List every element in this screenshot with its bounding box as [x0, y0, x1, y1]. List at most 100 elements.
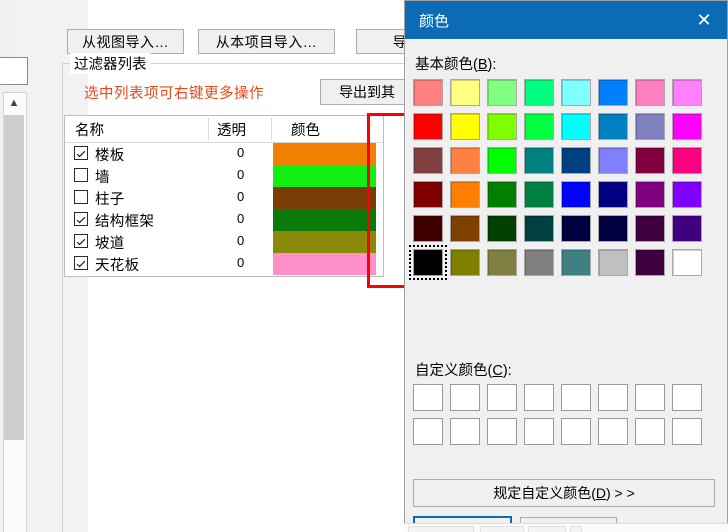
basic-color-swatch[interactable] — [598, 113, 628, 140]
basic-color-swatch[interactable] — [561, 215, 591, 242]
custom-color-swatch[interactable] — [561, 384, 591, 411]
basic-color-swatch[interactable] — [450, 249, 480, 276]
custom-color-swatch[interactable] — [561, 418, 591, 445]
basic-color-swatch[interactable] — [524, 79, 554, 106]
basic-color-swatch[interactable] — [450, 181, 480, 208]
basic-color-swatch[interactable] — [413, 79, 443, 106]
custom-color-swatch[interactable] — [672, 418, 702, 445]
basic-color-swatch[interactable] — [635, 113, 665, 140]
basic-color-swatch[interactable] — [598, 249, 628, 276]
basic-color-swatch[interactable] — [413, 113, 443, 140]
basic-color-swatch[interactable] — [524, 113, 554, 140]
custom-color-swatch[interactable] — [524, 384, 554, 411]
color-dialog-titlebar[interactable]: 颜色 ✕ — [405, 1, 727, 39]
filter-name: 楼板 — [95, 148, 125, 164]
custom-color-swatch[interactable] — [450, 384, 480, 411]
table-row[interactable]: 柱子 0 — [65, 187, 383, 209]
basic-color-swatch[interactable] — [672, 147, 702, 174]
checkbox-checked[interactable] — [74, 212, 88, 226]
close-icon[interactable]: ✕ — [681, 1, 727, 39]
table-row[interactable]: 楼板 0 — [65, 143, 383, 165]
define-custom-colors-button[interactable]: 规定自定义颜色(D) > > — [413, 479, 715, 507]
basic-color-swatch[interactable] — [672, 215, 702, 242]
color-swatch-cell[interactable] — [273, 253, 376, 275]
basic-color-swatch[interactable] — [561, 181, 591, 208]
top-left-text-input[interactable] — [0, 57, 28, 85]
basic-color-swatch[interactable] — [524, 249, 554, 276]
basic-color-swatch[interactable] — [672, 249, 702, 276]
checkbox-unchecked[interactable] — [74, 168, 88, 182]
basic-color-swatch[interactable] — [413, 181, 443, 208]
basic-color-swatch[interactable] — [672, 79, 702, 106]
basic-color-swatch[interactable] — [487, 113, 517, 140]
basic-color-swatch[interactable] — [450, 79, 480, 106]
basic-color-swatch[interactable] — [413, 215, 443, 242]
basic-color-swatch[interactable] — [450, 147, 480, 174]
filter-list[interactable]: 名称 透明 颜色 楼板 0 墙 0 柱子 0 结构框架 0 坡道 0 天花板 0 — [64, 115, 384, 277]
custom-color-swatch[interactable] — [598, 418, 628, 445]
scroll-up-arrow-icon[interactable]: ▲ — [3, 92, 25, 114]
basic-color-swatch[interactable] — [635, 249, 665, 276]
table-row[interactable]: 结构框架 0 — [65, 209, 383, 231]
table-row[interactable]: 天花板 0 — [65, 253, 383, 275]
basic-color-swatch[interactable] — [561, 79, 591, 106]
custom-color-swatch[interactable] — [487, 384, 517, 411]
color-swatch-cell[interactable] — [273, 143, 376, 165]
checkbox-unchecked[interactable] — [74, 190, 88, 204]
scrollbar-thumb[interactable] — [4, 115, 24, 440]
basic-colors-grid[interactable] — [409, 79, 709, 283]
basic-color-swatch[interactable] — [487, 215, 517, 242]
basic-color-swatch[interactable] — [561, 113, 591, 140]
vertical-scrollbar[interactable] — [3, 92, 27, 532]
import-from-view-button[interactable]: 从视图导入… — [67, 29, 184, 54]
checkbox-checked[interactable] — [74, 256, 88, 270]
basic-color-swatch[interactable] — [524, 147, 554, 174]
basic-color-swatch[interactable] — [561, 249, 591, 276]
custom-colors-grid[interactable] — [413, 384, 709, 452]
custom-color-swatch[interactable] — [635, 384, 665, 411]
color-swatch-cell[interactable] — [273, 187, 376, 209]
column-header-name: 名称 — [75, 123, 104, 139]
basic-color-swatch[interactable] — [672, 181, 702, 208]
color-dialog[interactable]: 颜色 ✕ 基本颜色(B): 自定义颜色(C): 规定自定义颜色(D) > > 确… — [404, 0, 728, 532]
basic-color-swatch[interactable] — [487, 147, 517, 174]
basic-color-swatch[interactable] — [635, 79, 665, 106]
basic-color-swatch[interactable] — [409, 245, 447, 280]
basic-color-swatch[interactable] — [635, 147, 665, 174]
basic-color-swatch[interactable] — [598, 181, 628, 208]
checkbox-checked[interactable] — [74, 146, 88, 160]
basic-color-swatch[interactable] — [524, 181, 554, 208]
color-swatch-cell[interactable] — [273, 209, 376, 231]
basic-color-swatch[interactable] — [635, 181, 665, 208]
basic-color-swatch[interactable] — [598, 215, 628, 242]
basic-color-swatch[interactable] — [672, 113, 702, 140]
table-row[interactable]: 坡道 0 — [65, 231, 383, 253]
basic-color-swatch[interactable] — [635, 215, 665, 242]
table-row[interactable]: 墙0 — [65, 165, 383, 187]
filter-list-header: 名称 透明 颜色 — [65, 116, 383, 143]
basic-color-swatch[interactable] — [598, 79, 628, 106]
custom-color-swatch[interactable] — [672, 384, 702, 411]
custom-color-swatch[interactable] — [635, 418, 665, 445]
custom-color-swatch[interactable] — [413, 384, 443, 411]
basic-color-swatch[interactable] — [524, 215, 554, 242]
basic-color-swatch[interactable] — [487, 249, 517, 276]
custom-color-swatch[interactable] — [413, 418, 443, 445]
color-swatch-cell[interactable] — [273, 165, 376, 187]
custom-color-swatch[interactable] — [598, 384, 628, 411]
export-to-other-button[interactable]: 导出到其 — [320, 79, 414, 105]
basic-color-swatch[interactable] — [450, 113, 480, 140]
custom-color-swatch[interactable] — [524, 418, 554, 445]
column-header-transparency: 透明 — [217, 123, 246, 139]
basic-color-swatch[interactable] — [413, 147, 443, 174]
custom-color-swatch[interactable] — [450, 418, 480, 445]
basic-color-swatch[interactable] — [487, 181, 517, 208]
color-swatch-cell[interactable] — [273, 231, 376, 253]
basic-color-swatch[interactable] — [487, 79, 517, 106]
custom-color-swatch[interactable] — [487, 418, 517, 445]
basic-color-swatch[interactable] — [561, 147, 591, 174]
import-from-project-button[interactable]: 从本项目导入… — [198, 29, 335, 54]
basic-color-swatch[interactable] — [450, 215, 480, 242]
basic-color-swatch[interactable] — [598, 147, 628, 174]
checkbox-checked[interactable] — [74, 234, 88, 248]
